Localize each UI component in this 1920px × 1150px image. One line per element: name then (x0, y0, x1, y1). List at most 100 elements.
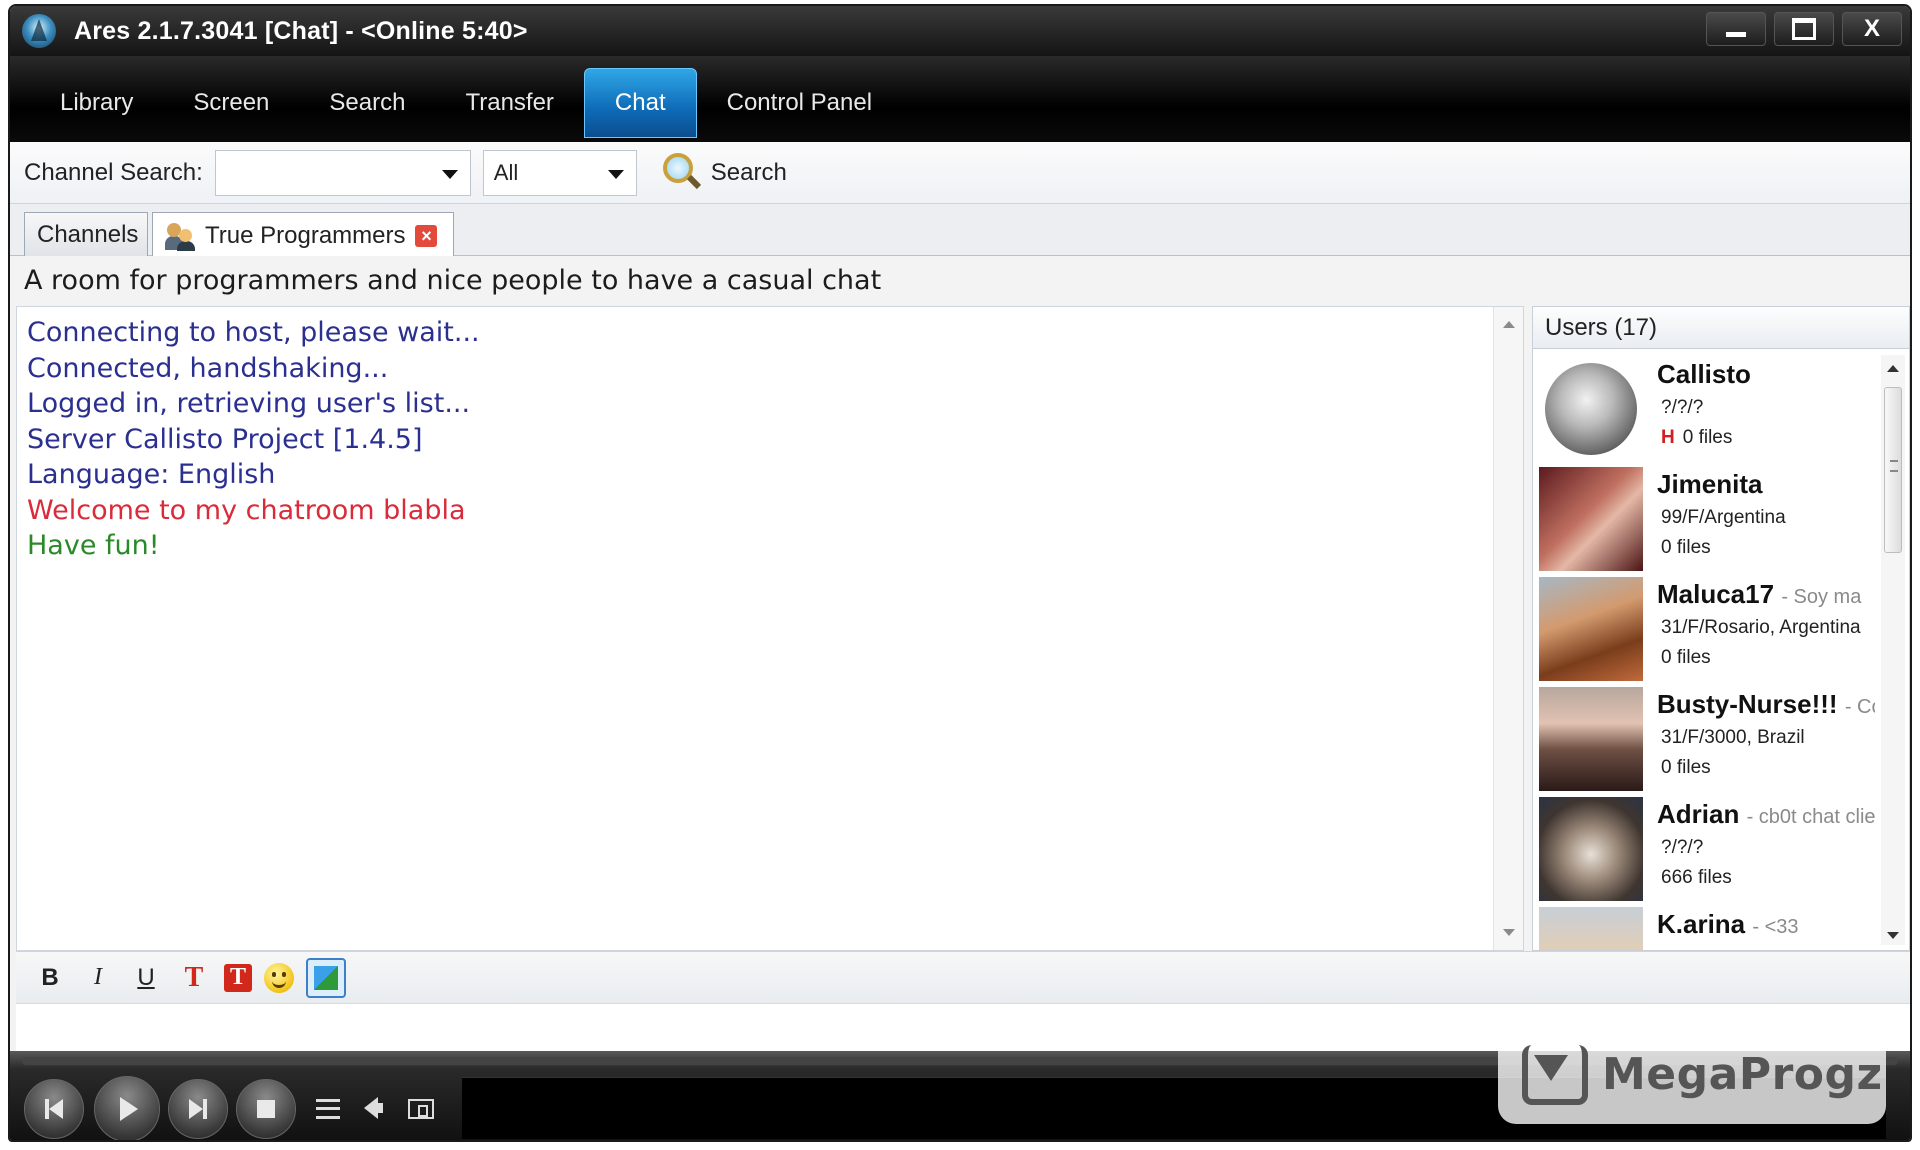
user-info: 31/F/Rosario, Argentina (1661, 617, 1861, 638)
user-info: ?/?/? (1661, 837, 1704, 858)
channel-search-label: Channel Search: (24, 158, 203, 186)
underline-button[interactable]: U (128, 960, 164, 996)
volume-button[interactable] (364, 1097, 383, 1119)
avatar (1539, 797, 1643, 901)
user-row[interactable]: Callisto ?/?/? H 0 files (1539, 355, 1875, 465)
user-status: - cb0t chat clie (1746, 806, 1875, 828)
next-track-button[interactable] (168, 1079, 228, 1139)
user-name: Callisto (1657, 359, 1751, 389)
users-header: Users (17) (1533, 307, 1909, 349)
search-button-label: Search (710, 158, 787, 186)
chevron-down-icon[interactable] (441, 169, 458, 179)
scroll-up-icon[interactable] (1503, 321, 1515, 328)
next-icon (189, 1099, 203, 1119)
user-row[interactable]: Adrian - cb0t chat clie ?/?/? 666 files (1539, 795, 1875, 905)
bold-button[interactable]: B (32, 960, 68, 996)
user-files: 0 files (1682, 427, 1733, 448)
user-name: Busty-Nurse!!! (1657, 689, 1838, 719)
chevron-down-icon[interactable] (607, 169, 624, 179)
user-name: K.arina (1657, 909, 1746, 939)
user-status: - <33 (1752, 916, 1799, 938)
menu-library[interactable]: Library (30, 68, 163, 138)
stop-button[interactable] (236, 1079, 296, 1139)
close-button[interactable]: X (1842, 12, 1902, 46)
user-info: 99/F/Argentina (1661, 507, 1786, 528)
user-name: Maluca17 (1657, 579, 1775, 609)
avatar (1539, 907, 1643, 950)
users-scrollbar[interactable] (1881, 355, 1905, 945)
users-icon (165, 221, 197, 251)
search-icon (659, 151, 703, 195)
user-files: 666 files (1661, 867, 1732, 888)
italic-button[interactable]: I (80, 960, 116, 996)
insert-image-icon[interactable] (306, 957, 346, 998)
background-color-button[interactable]: T (224, 963, 252, 992)
user-flag: H (1661, 427, 1675, 448)
user-info: 31/F/3000, Brazil (1661, 727, 1805, 748)
user-files: 0 files (1661, 647, 1711, 668)
user-row[interactable]: Busty-Nurse!!! - Co 31/F/3000, Brazil 0 … (1539, 685, 1875, 795)
user-status: - Soy ma (1781, 586, 1862, 608)
screen-icon (408, 1099, 434, 1119)
chat-tabs: Channels True Programmers × (10, 204, 1910, 258)
previous-track-button[interactable] (24, 1079, 84, 1139)
window-title: Ares 2.1.7.3041 [Chat] - <Online 5:40> (74, 16, 528, 45)
avatar (1539, 687, 1643, 791)
menu-screen[interactable]: Screen (163, 68, 299, 138)
channel-search-bar: Channel Search: All Search (10, 142, 1910, 204)
channel-search-input[interactable] (214, 149, 471, 196)
maximize-button[interactable] (1774, 12, 1834, 46)
tab-room[interactable]: True Programmers × (152, 212, 454, 258)
app-window: Ares 2.1.7.3041 [Chat] - <Online 5:40> X… (8, 4, 1912, 1142)
user-row[interactable]: K.arina - <33 (1539, 905, 1875, 950)
chat-message: Have fun! (27, 530, 160, 561)
avatar (1539, 577, 1643, 681)
megaprogz-logo-icon (1516, 1039, 1588, 1109)
minimize-button[interactable] (1706, 12, 1766, 46)
scroll-down-icon[interactable] (1503, 929, 1515, 936)
ares-logo-icon (22, 14, 56, 48)
menu-chat[interactable]: Chat (583, 68, 697, 138)
tab-room-label: True Programmers (205, 221, 406, 249)
play-icon (120, 1097, 138, 1121)
text-color-button[interactable]: T (176, 960, 212, 996)
avatar (1545, 363, 1637, 455)
play-button[interactable] (94, 1076, 160, 1140)
user-status: - Co (1844, 696, 1875, 718)
chat-message: Welcome to my chatroom blabla (27, 494, 466, 526)
scroll-up-icon[interactable] (1887, 365, 1899, 372)
playlist-icon (316, 1099, 340, 1119)
close-tab-icon[interactable]: × (415, 224, 438, 247)
tab-channels[interactable]: Channels (24, 212, 148, 257)
avatar (1539, 467, 1643, 571)
chat-message: Language: English (27, 459, 276, 490)
chat-message: Connected, handshaking... (27, 352, 389, 384)
scrollbar-thumb[interactable] (1884, 387, 1902, 553)
menu-control-panel[interactable]: Control Panel (697, 68, 902, 138)
format-toolbar: B I U T T (16, 951, 1910, 1003)
chat-message: Logged in, retrieving user's list... (27, 388, 471, 419)
title-bar[interactable]: Ares 2.1.7.3041 [Chat] - <Online 5:40> X (10, 6, 1910, 56)
menu-transfer[interactable]: Transfer (435, 68, 583, 138)
user-row[interactable]: Jimenita 99/F/Argentina 0 files (1539, 465, 1875, 575)
window-controls: X (1706, 12, 1902, 46)
watermark: MegaProgz (1498, 1024, 1886, 1124)
user-files: 0 files (1661, 537, 1711, 558)
menu-search[interactable]: Search (299, 68, 435, 138)
scroll-down-icon[interactable] (1887, 932, 1899, 939)
chat-lines: Connecting to host, please wait... Connec… (27, 315, 480, 564)
search-button[interactable]: Search (659, 151, 787, 195)
user-row[interactable]: Maluca17 - Soy ma 31/F/Rosario, Argentin… (1539, 575, 1875, 685)
channel-filter-select[interactable]: All (482, 149, 637, 196)
chat-message: Server Callisto Project [1.4.5] (27, 423, 423, 455)
playlist-button[interactable] (316, 1099, 340, 1119)
volume-icon (364, 1097, 383, 1119)
emoticon-icon[interactable] (264, 962, 294, 993)
users-list: Callisto ?/?/? H 0 files Jimenita 99/F/Ar… (1539, 355, 1875, 950)
stop-icon (257, 1100, 275, 1118)
tab-channels-label: Channels (37, 221, 139, 248)
fullscreen-button[interactable] (408, 1099, 434, 1119)
watermark-text: MegaProgz (1602, 1048, 1883, 1100)
chat-scrollbar[interactable] (1493, 307, 1523, 950)
chat-log[interactable]: Connecting to host, please wait... Connec… (16, 306, 1524, 951)
